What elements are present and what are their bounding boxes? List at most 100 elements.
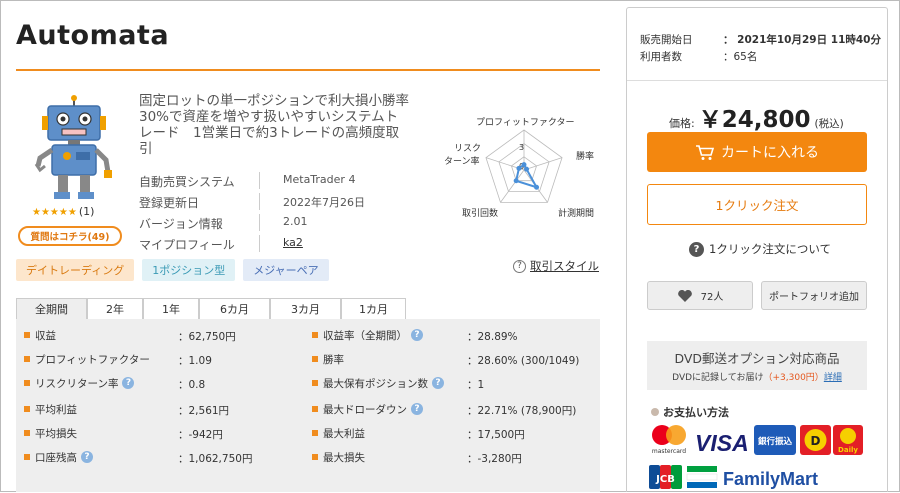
bank-text: 銀行振込	[757, 436, 793, 447]
stat-label: 平均損失	[35, 427, 77, 440]
help-icon[interactable]: ?	[81, 451, 93, 463]
stat-value: ：-942円	[178, 429, 223, 441]
trade-style-link[interactable]: ? 取引スタイル	[513, 258, 599, 274]
help-icon[interactable]: ?	[411, 329, 423, 341]
info-separator	[259, 235, 260, 252]
sale-start-value: ： 2021年10月29日 11時40分	[723, 34, 881, 46]
visa-logo: VISA	[695, 430, 749, 456]
stat-avg-profit: 平均利益	[24, 400, 77, 418]
bullet-dot-icon	[651, 408, 659, 416]
one-click-order-button[interactable]: 1クリック注文	[647, 184, 867, 225]
stat-value: ：0.8	[178, 379, 206, 391]
tab-6m[interactable]: 6カ月	[199, 298, 270, 319]
question-icon: ?	[513, 259, 526, 273]
bullet-icon	[24, 332, 30, 338]
info-separator	[259, 193, 260, 210]
trade-style-label: 取引スタイル	[530, 259, 599, 273]
tab-3m[interactable]: 3カ月	[270, 298, 341, 319]
bullet-icon	[312, 406, 318, 412]
familymart-logo: FamilyMart	[686, 466, 818, 489]
stat-value: ：1	[467, 379, 485, 391]
tab-1m[interactable]: 1カ月	[341, 298, 406, 319]
radar-label-period: 計測期間	[558, 207, 594, 219]
daily-logo-2: Daily	[833, 425, 863, 455]
jcb-logo: JCB	[649, 465, 682, 489]
tab-2y[interactable]: 2年	[87, 298, 143, 319]
question-button[interactable]: 質問はコチラ(49)	[18, 226, 122, 246]
users-value: ：65名	[723, 51, 758, 63]
bullet-icon	[24, 406, 30, 412]
stars-icon: ★★★★★	[32, 207, 77, 218]
mastercard-logo: mastercard	[647, 423, 691, 457]
radar-point	[513, 178, 519, 184]
favorite-button[interactable]: 72人	[647, 281, 753, 310]
bank-transfer-logo: 銀行振込	[754, 425, 796, 455]
price-label: 価格:	[669, 117, 695, 130]
payment-title-label: お支払い方法	[663, 406, 729, 419]
info-value: 2.01	[283, 215, 308, 228]
stat-value: ：28.89%	[467, 331, 518, 343]
tab-all[interactable]: 全期間	[16, 298, 87, 319]
product-main: Automata ★★★★★ (1) 質問はコチラ(49) 固定ロットの単一ポジシ…	[16, 0, 602, 492]
tab-1y[interactable]: 1年	[143, 298, 199, 319]
stat-label: リスクリターン率	[35, 377, 119, 390]
stat-label: 口座残高	[35, 451, 77, 464]
radar-axis-line	[500, 169, 525, 203]
stat-value: ：1,062,750円	[178, 453, 253, 465]
stat-label: 収益率（全期間）	[323, 329, 407, 342]
radar-label-risk-2: ターン率	[444, 155, 480, 167]
stat-risk-return: リスクリターン率?	[24, 374, 135, 392]
dvd-sub-price: （+3,300円）	[763, 373, 824, 383]
help-icon[interactable]: ?	[122, 377, 135, 389]
stat-value: ：28.60% (300/1049)	[467, 355, 580, 367]
tag-list: デイトレーディング 1ポジション型 メジャーペア	[16, 259, 329, 281]
heart-icon	[677, 289, 692, 302]
payment-logos: mastercard VISA 銀行振込 D Daily JCB FamilyM…	[647, 423, 863, 489]
radar-point	[521, 162, 527, 168]
mastercard-text: mastercard	[652, 448, 686, 455]
stat-max-profit: 最大利益	[312, 424, 365, 442]
profile-link[interactable]: ka2	[283, 236, 303, 249]
stat-value: ：62,750円	[178, 331, 236, 343]
info-label: 登録更新日	[139, 196, 200, 210]
cart-label: カートに入れる	[721, 145, 819, 161]
stat-max-positions: 最大保有ポジション数?	[312, 374, 444, 392]
stat-label: 最大損失	[323, 451, 365, 464]
add-to-cart-button[interactable]: カートに入れる	[647, 132, 867, 172]
bullet-icon	[24, 430, 30, 436]
payment-title: お支払い方法	[651, 404, 729, 420]
radar-point	[534, 184, 540, 190]
tag-single-position[interactable]: 1ポジション型	[142, 259, 236, 281]
stat-label: プロフィットファクター	[35, 353, 150, 366]
purchase-sidebar: 販売開始日 ： 2021年10月29日 11時40分 利用者数 ：65名 価格: ￥2…	[626, 7, 888, 492]
users-row: 利用者数 ：65名	[640, 49, 757, 64]
stat-max-loss: 最大損失	[312, 448, 365, 466]
favorite-count: 72人	[700, 292, 724, 303]
info-value: 2022年7月26日	[283, 196, 365, 209]
bullet-icon	[312, 454, 318, 460]
dvd-title: DVD郵送オプション対応商品	[674, 351, 840, 366]
dvd-detail-link[interactable]: 詳細	[824, 373, 842, 383]
info-label: 自動売買システム	[139, 175, 235, 189]
tag-daytrading[interactable]: デイトレーディング	[16, 259, 135, 281]
bullet-icon	[24, 380, 30, 386]
dvd-option-box: DVD郵送オプション対応商品 DVDに記録してお届け（+3,300円）詳細	[647, 341, 867, 390]
daily-text: Daily	[838, 446, 858, 454]
rating-count: (1)	[78, 205, 95, 218]
cart-icon	[696, 144, 715, 160]
bullet-icon	[24, 356, 30, 362]
stat-label: 最大利益	[323, 427, 365, 440]
add-portfolio-button[interactable]: ポートフォリオ追加	[761, 281, 867, 310]
info-value: MetaTrader 4	[283, 173, 356, 186]
tag-major-pair[interactable]: メジャーペア	[243, 259, 329, 281]
stat-pf: プロフィットファクター	[24, 350, 150, 368]
sale-start-row: 販売開始日 ： 2021年10月29日 11時40分	[640, 32, 881, 47]
stats-panel: 収益 ：62,750円 プロフィットファクター ：1.09 リスクリターン率? …	[16, 319, 600, 492]
about-one-click-link[interactable]: ? 1クリック注文について	[689, 241, 831, 257]
radar-label-winrate: 勝率	[576, 150, 594, 162]
stat-profit: 収益	[24, 326, 56, 344]
help-icon[interactable]: ?	[432, 377, 444, 389]
help-icon[interactable]: ?	[411, 403, 423, 415]
radar-point	[524, 166, 530, 172]
radar-label-pf: プロフィットファクター	[476, 117, 574, 128]
